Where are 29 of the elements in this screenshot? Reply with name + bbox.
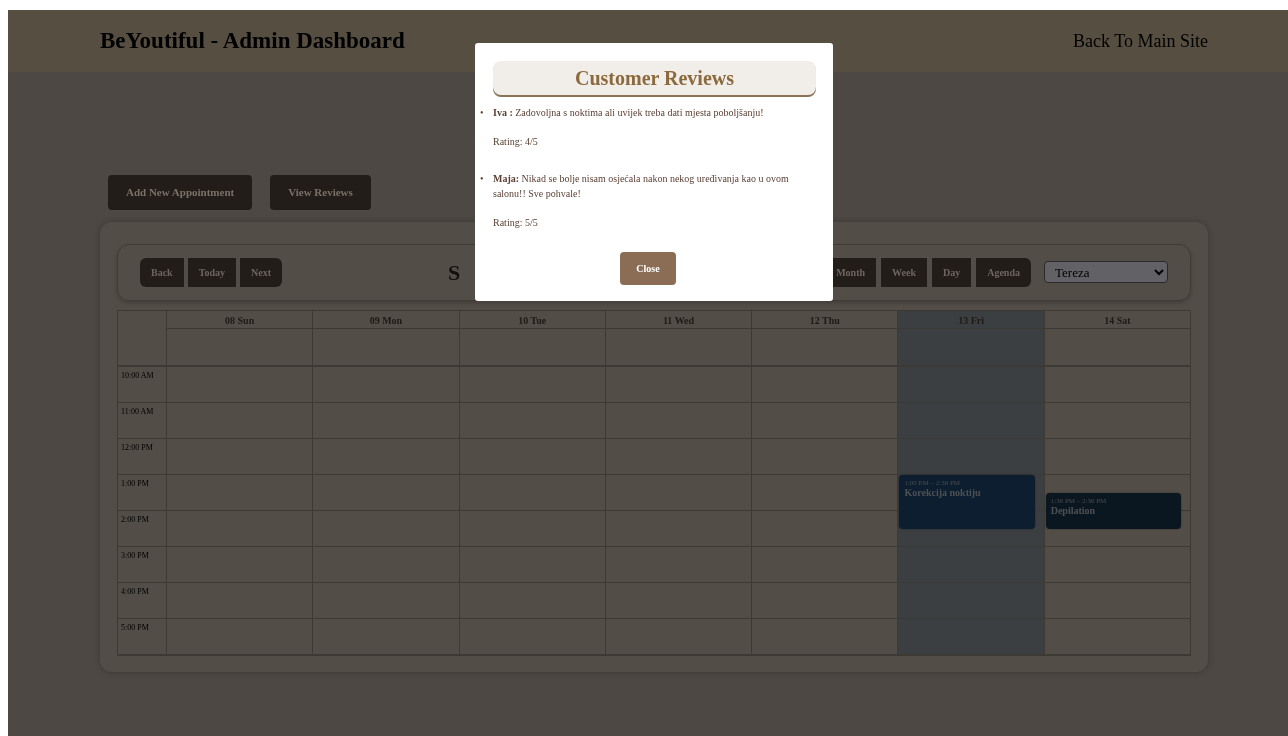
- time-label: 4:00 PM: [118, 582, 166, 619]
- review-text: Maja: Nikad se bolje nisam osjećala nakon nekog uređivanja kao u ovom salonu!! Sve pohvale!: [493, 173, 789, 199]
- view-tab[interactable]: Agenda: [976, 257, 1031, 287]
- nav-button[interactable]: Next: [240, 257, 282, 287]
- back-to-site-link[interactable]: Back To Main Site: [1073, 27, 1208, 55]
- review-text: Iva : Zadovoljna s noktima ali uvijek treba dati mjesta poboljšanju!: [493, 107, 764, 118]
- time-label: 5:00 PM: [118, 618, 166, 655]
- brand-title: BeYoutiful - Admin Dashboard: [100, 26, 405, 55]
- review-rating: Rating: 5/5: [493, 216, 539, 230]
- nav-button[interactable]: Today: [187, 257, 236, 287]
- review-rating: Rating: 4/5: [493, 135, 539, 149]
- event-title: Korekcija noktiju: [904, 488, 982, 498]
- time-label: 2:00 PM: [118, 510, 166, 547]
- staff-select[interactable]: Tereza: [1044, 261, 1168, 283]
- close-button[interactable]: Close: [620, 252, 676, 285]
- time-label: 3:00 PM: [118, 546, 166, 583]
- view-tab[interactable]: Week: [881, 257, 927, 287]
- view-tab[interactable]: Day: [931, 257, 972, 287]
- bullet-mark: •: [480, 172, 485, 186]
- nav-button[interactable]: Back: [140, 257, 184, 287]
- bullet-mark: •: [480, 106, 485, 120]
- event-title: Depilation: [1050, 506, 1097, 516]
- calendar-label: S: [448, 258, 461, 287]
- action-button[interactable]: Add New Appointment: [108, 175, 253, 210]
- time-label: 12:00 PM: [118, 438, 166, 475]
- time-label: 1:00 PM: [118, 474, 166, 511]
- time-label: 10:00 AM: [118, 366, 166, 403]
- modal-title: Customer Reviews: [493, 61, 816, 95]
- action-button[interactable]: View Reviews: [270, 175, 371, 210]
